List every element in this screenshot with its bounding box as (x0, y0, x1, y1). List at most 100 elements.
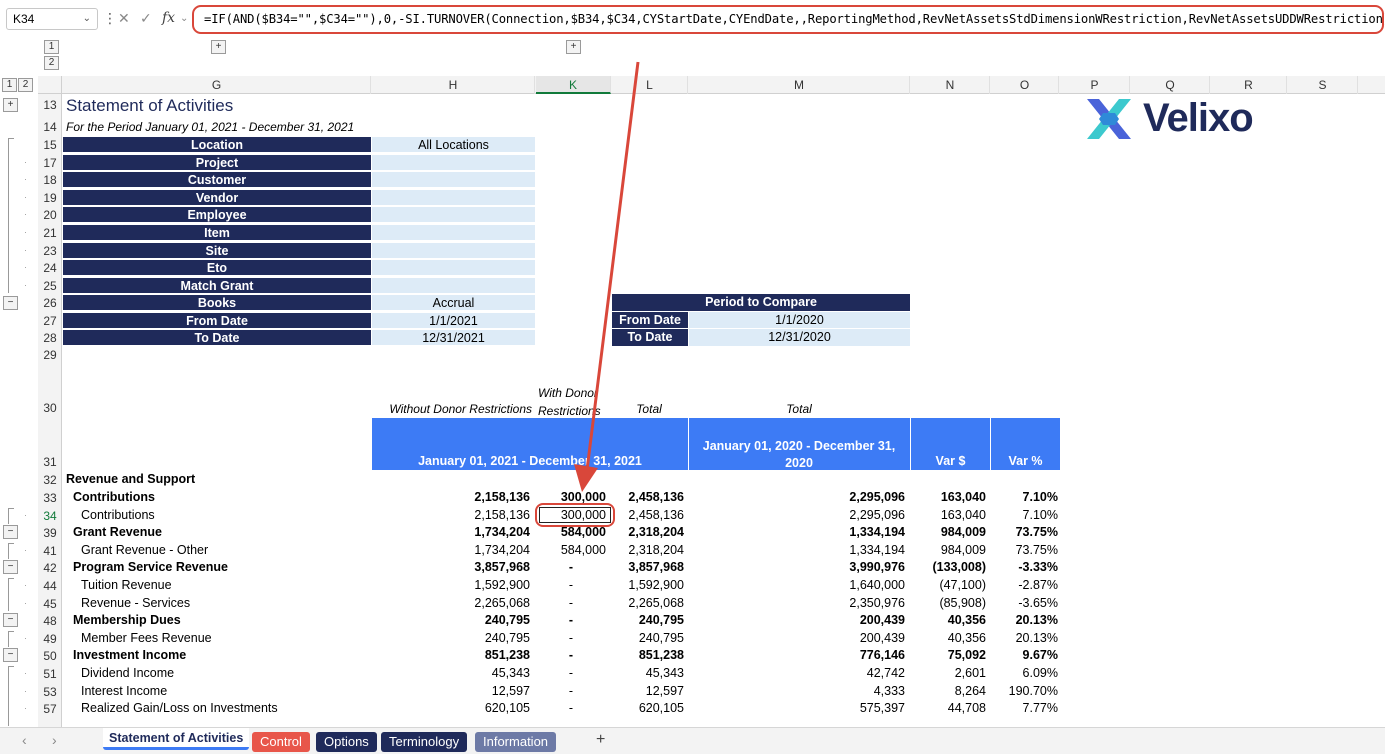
column-header-h[interactable]: H (372, 76, 535, 94)
cell-o[interactable]: 73.75% (991, 525, 1058, 539)
column-group-expand-button[interactable]: + (566, 40, 581, 54)
row-number[interactable]: 29 (38, 348, 62, 362)
compare-to-value[interactable]: 12/31/2020 (689, 329, 910, 346)
cell-m[interactable]: 575,397 (689, 701, 905, 715)
cell-m[interactable]: 4,333 (689, 684, 905, 698)
cell-h[interactable]: 45,343 (372, 666, 530, 680)
cell-h[interactable]: 2,265,068 (372, 596, 530, 610)
cell-h[interactable]: 620,105 (372, 701, 530, 715)
cell-n[interactable]: (133,008) (911, 560, 986, 574)
cell-h[interactable]: 12,597 (372, 684, 530, 698)
column-header-q[interactable]: Q (1131, 76, 1210, 94)
filter-value[interactable] (372, 172, 535, 188)
column-header-o[interactable]: O (991, 76, 1059, 94)
cell-m[interactable]: 1,334,194 (689, 543, 905, 557)
enter-check-icon[interactable]: ✓ (140, 10, 152, 27)
filter-value[interactable] (372, 278, 535, 294)
row-number[interactable]: 57 (38, 702, 62, 716)
filter-value[interactable]: 12/31/2021 (372, 330, 535, 346)
cell-k[interactable]: 584,000 (536, 543, 606, 557)
cell-m[interactable]: 1,334,194 (689, 525, 905, 539)
cell-m[interactable]: 1,640,000 (689, 578, 905, 592)
row-number[interactable]: 31 (38, 455, 62, 469)
cell-h[interactable]: 240,795 (372, 613, 530, 627)
cell-h[interactable]: 851,238 (372, 648, 530, 662)
filter-value[interactable] (372, 155, 535, 171)
row-number[interactable]: 42 (38, 561, 62, 575)
row-number[interactable]: 28 (38, 331, 62, 345)
cell-o[interactable]: -3.65% (991, 596, 1058, 610)
insert-function-icon[interactable]: fx (162, 10, 175, 26)
cell-m[interactable]: 776,146 (689, 648, 905, 662)
cell-n[interactable]: 75,092 (911, 648, 986, 662)
row-number[interactable]: 27 (38, 314, 62, 328)
row-number[interactable]: 25 (38, 279, 62, 293)
filter-value[interactable]: Accrual (372, 295, 535, 311)
cell-o[interactable]: 7.10% (991, 490, 1058, 504)
cell-h[interactable]: 1,592,900 (372, 578, 530, 592)
row-number[interactable]: 24 (38, 261, 62, 275)
cell-o[interactable]: 7.77% (991, 701, 1058, 715)
cell-l[interactable]: 620,105 (612, 701, 684, 715)
cell-l[interactable]: 2,318,204 (612, 543, 684, 557)
row-number[interactable]: 26 (38, 296, 62, 310)
filter-value[interactable] (372, 260, 535, 276)
cell-l[interactable]: 12,597 (612, 684, 684, 698)
tab-options[interactable]: Options (316, 732, 377, 752)
row-number[interactable]: 21 (38, 226, 62, 240)
filter-value[interactable] (372, 190, 535, 206)
active-cell-border[interactable] (539, 507, 611, 523)
row-number[interactable]: 33 (38, 491, 62, 505)
cell-m[interactable]: 42,742 (689, 666, 905, 680)
cell-l[interactable]: 3,857,968 (612, 560, 684, 574)
row-number[interactable]: 13 (38, 98, 62, 112)
row-number[interactable]: 41 (38, 544, 62, 558)
row-group-collapse-button[interactable]: − (3, 648, 18, 662)
row-number[interactable]: 44 (38, 579, 62, 593)
chevron-down-icon[interactable]: ⌄ (180, 13, 188, 24)
filter-value[interactable] (372, 207, 535, 223)
cell-m[interactable]: 2,350,976 (689, 596, 905, 610)
add-sheet-button[interactable]: + (596, 731, 605, 749)
row-number[interactable]: 14 (38, 120, 62, 134)
cell-k[interactable]: - (536, 578, 606, 592)
cell-o[interactable]: 9.67% (991, 648, 1058, 662)
column-header-g[interactable]: G (63, 76, 371, 94)
name-box[interactable]: K34 ⌄ (6, 8, 98, 30)
cell-l[interactable]: 1,592,900 (612, 578, 684, 592)
cell-l[interactable]: 2,458,136 (612, 508, 684, 522)
cell-l[interactable]: 240,795 (612, 631, 684, 645)
cell-h[interactable]: 2,158,136 (372, 508, 530, 522)
cell-m[interactable]: 3,990,976 (689, 560, 905, 574)
row-number[interactable]: 19 (38, 191, 62, 205)
cell-o[interactable]: -3.33% (991, 560, 1058, 574)
row-number[interactable]: 15 (38, 138, 62, 152)
chevron-down-icon[interactable]: ⌄ (83, 9, 91, 29)
cell-o[interactable]: 20.13% (991, 613, 1058, 627)
select-all-corner[interactable] (38, 76, 62, 94)
cell-k[interactable]: - (536, 666, 606, 680)
cell-k[interactable]: - (536, 631, 606, 645)
row-number[interactable]: 20 (38, 208, 62, 222)
cell-k[interactable]: 584,000 (536, 525, 606, 539)
cancel-icon[interactable]: ✕ (118, 10, 130, 27)
tab-statement-of-activities[interactable]: Statement of Activities (103, 728, 250, 750)
cell-l[interactable]: 45,343 (612, 666, 684, 680)
row-number[interactable]: 39 (38, 526, 62, 540)
column-header-m[interactable]: M (689, 76, 910, 94)
cell-h[interactable]: 2,158,136 (372, 490, 530, 504)
row-number[interactable]: 32 (38, 473, 62, 487)
cell-h[interactable]: 3,857,968 (372, 560, 530, 574)
outline-col-level-1[interactable]: 1 (44, 40, 59, 54)
row-group-collapse-button[interactable]: − (3, 525, 18, 539)
tab-information[interactable]: Information (475, 732, 557, 752)
column-header-r[interactable]: R (1211, 76, 1287, 94)
cell-k[interactable]: - (536, 701, 606, 715)
formula-input[interactable]: =IF(AND($B34="",$C34=""),0,-SI.TURNOVER(… (192, 5, 1385, 34)
cell-o[interactable]: 6.09% (991, 666, 1058, 680)
tab-control[interactable]: Control (252, 732, 310, 752)
cell-h[interactable]: 1,734,204 (372, 543, 530, 557)
compare-from-value[interactable]: 1/1/2020 (689, 312, 910, 328)
cell-k[interactable]: - (536, 560, 606, 574)
cell-h[interactable]: 240,795 (372, 631, 530, 645)
